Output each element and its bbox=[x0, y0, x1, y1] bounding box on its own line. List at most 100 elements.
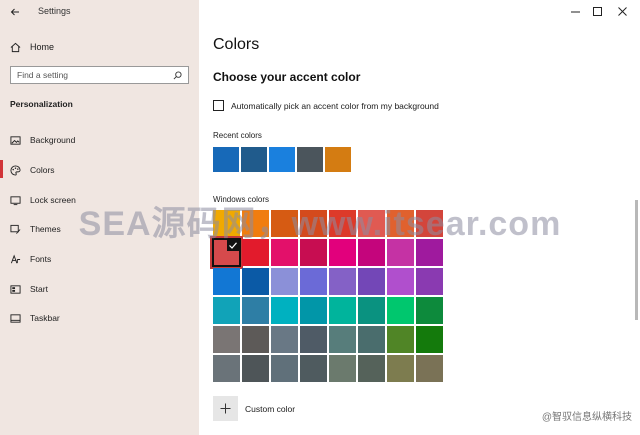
nav-home-label: Home bbox=[30, 42, 55, 52]
sidebar-item-fonts[interactable]: Fonts bbox=[10, 252, 51, 266]
color-swatch[interactable] bbox=[242, 297, 269, 324]
recent-color-swatch[interactable] bbox=[213, 147, 239, 172]
palette-icon bbox=[10, 164, 21, 176]
sidebar-item-start[interactable]: Start bbox=[10, 282, 48, 296]
color-swatch[interactable] bbox=[271, 210, 298, 237]
sidebar-item-label: Background bbox=[30, 135, 76, 145]
sidebar-item-colors[interactable]: Colors bbox=[0, 160, 55, 178]
color-swatch[interactable] bbox=[329, 268, 356, 295]
color-swatch[interactable] bbox=[271, 355, 298, 382]
color-swatch[interactable] bbox=[358, 239, 385, 266]
windows-colors-grid bbox=[212, 210, 443, 382]
sidebar-item-themes[interactable]: Themes bbox=[10, 222, 61, 236]
sidebar-item-background[interactable]: Background bbox=[10, 133, 75, 147]
color-swatch[interactable] bbox=[358, 355, 385, 382]
color-swatch[interactable] bbox=[242, 210, 269, 237]
recent-color-swatch[interactable] bbox=[325, 147, 351, 172]
color-swatch[interactable] bbox=[271, 239, 298, 266]
recent-color-swatch[interactable] bbox=[297, 147, 323, 172]
color-swatch[interactable] bbox=[242, 326, 269, 353]
color-swatch[interactable] bbox=[416, 297, 443, 324]
color-swatch[interactable] bbox=[358, 210, 385, 237]
auto-pick-label: Automatically pick an accent color from … bbox=[231, 100, 439, 111]
color-swatch[interactable] bbox=[329, 355, 356, 382]
color-swatch[interactable] bbox=[329, 210, 356, 237]
color-swatch[interactable] bbox=[213, 268, 240, 295]
custom-color-label: Custom color bbox=[245, 403, 296, 414]
recent-colors-row bbox=[213, 147, 351, 172]
color-swatch[interactable] bbox=[212, 238, 241, 267]
color-swatch[interactable] bbox=[271, 268, 298, 295]
brush-icon bbox=[10, 224, 21, 234]
color-swatch[interactable] bbox=[300, 268, 327, 295]
color-swatch[interactable] bbox=[213, 355, 240, 382]
auto-pick-checkbox[interactable]: Automatically pick an accent color from … bbox=[213, 100, 439, 111]
color-swatch[interactable] bbox=[358, 297, 385, 324]
color-swatch[interactable] bbox=[358, 268, 385, 295]
color-swatch[interactable] bbox=[416, 239, 443, 266]
scrollbar[interactable] bbox=[635, 200, 638, 320]
color-swatch[interactable] bbox=[271, 297, 298, 324]
font-icon bbox=[10, 254, 21, 263]
color-swatch[interactable] bbox=[329, 297, 356, 324]
color-swatch[interactable] bbox=[300, 210, 327, 237]
color-swatch[interactable] bbox=[242, 239, 269, 266]
color-swatch[interactable] bbox=[213, 210, 240, 237]
color-swatch[interactable] bbox=[387, 239, 414, 266]
section-label: Personalization bbox=[10, 99, 73, 109]
taskbar-icon bbox=[10, 313, 21, 323]
sidebar-item-label: Themes bbox=[30, 224, 61, 234]
sidebar-item-label: Colors bbox=[30, 165, 55, 175]
checkmark-icon bbox=[227, 240, 239, 251]
color-swatch[interactable] bbox=[300, 239, 327, 266]
nav-home[interactable]: Home bbox=[10, 40, 54, 54]
color-swatch[interactable] bbox=[242, 268, 269, 295]
sidebar-item-label: Lock screen bbox=[30, 195, 76, 205]
sidebar-item-lock-screen[interactable]: Lock screen bbox=[10, 193, 76, 207]
color-swatch[interactable] bbox=[387, 268, 414, 295]
color-swatch[interactable] bbox=[213, 297, 240, 324]
window-title: Settings bbox=[38, 6, 71, 16]
color-swatch[interactable] bbox=[416, 268, 443, 295]
plus-icon bbox=[213, 396, 238, 421]
color-swatch[interactable] bbox=[416, 210, 443, 237]
recent-color-swatch[interactable] bbox=[241, 147, 267, 172]
recent-colors-label: Recent colors bbox=[213, 131, 262, 140]
home-icon bbox=[10, 42, 21, 52]
search-placeholder: Find a setting bbox=[17, 70, 69, 80]
recent-color-swatch[interactable] bbox=[269, 147, 295, 172]
color-swatch[interactable] bbox=[358, 326, 385, 353]
color-swatch[interactable] bbox=[300, 355, 327, 382]
search-icon bbox=[173, 70, 182, 79]
back-button[interactable] bbox=[6, 3, 24, 21]
main-content: Colors Choose your accent color Automati… bbox=[199, 0, 640, 435]
section-heading: Choose your accent color bbox=[213, 70, 361, 84]
color-swatch[interactable] bbox=[213, 326, 240, 353]
sidebar-item-label: Start bbox=[30, 284, 48, 294]
search-input[interactable]: Find a setting bbox=[10, 66, 189, 84]
color-swatch[interactable] bbox=[300, 297, 327, 324]
color-swatch[interactable] bbox=[387, 210, 414, 237]
sidebar-item-label: Taskbar bbox=[30, 313, 60, 323]
start-icon bbox=[10, 284, 21, 294]
color-swatch[interactable] bbox=[416, 326, 443, 353]
sidebar-item-taskbar[interactable]: Taskbar bbox=[10, 311, 60, 325]
color-swatch[interactable] bbox=[387, 297, 414, 324]
windows-colors-label: Windows colors bbox=[213, 195, 270, 204]
color-swatch[interactable] bbox=[387, 355, 414, 382]
sidebar: Home Find a setting Personalization Back… bbox=[0, 0, 199, 435]
color-swatch[interactable] bbox=[300, 326, 327, 353]
color-swatch[interactable] bbox=[329, 326, 356, 353]
sidebar-item-label: Fonts bbox=[30, 254, 52, 264]
back-arrow-icon bbox=[10, 8, 19, 16]
color-swatch[interactable] bbox=[242, 355, 269, 382]
color-swatch[interactable] bbox=[387, 326, 414, 353]
color-swatch[interactable] bbox=[329, 239, 356, 266]
image-icon bbox=[10, 135, 21, 145]
checkbox-box[interactable] bbox=[213, 100, 224, 111]
color-swatch[interactable] bbox=[271, 326, 298, 353]
custom-color-button[interactable]: Custom color bbox=[213, 396, 295, 421]
footer-watermark: @智驭信息纵横科技 bbox=[541, 412, 632, 423]
page-title: Colors bbox=[213, 36, 260, 53]
color-swatch[interactable] bbox=[416, 355, 443, 382]
